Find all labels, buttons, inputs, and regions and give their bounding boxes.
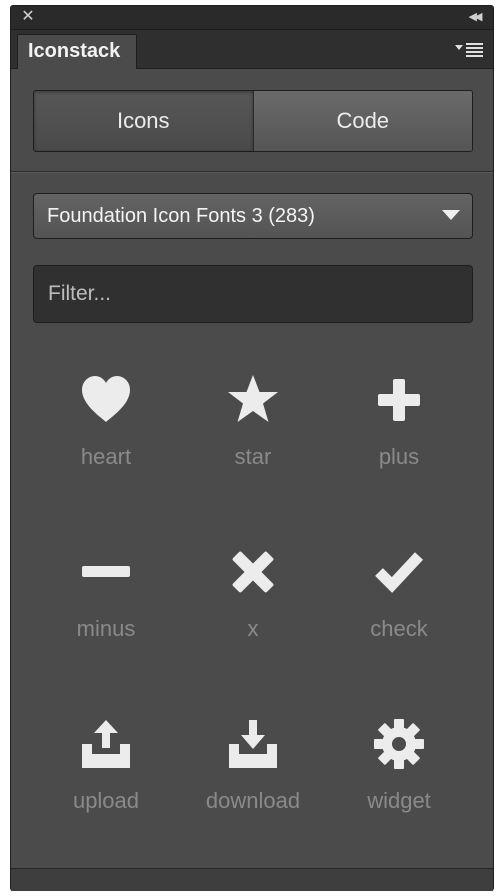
- divider: [11, 171, 493, 172]
- star-icon: [228, 375, 278, 422]
- check-icon: [375, 552, 424, 593]
- panel-titlebar: ✕ ◀◀: [11, 6, 493, 30]
- icon-label: download: [205, 788, 301, 813]
- icon-label: star: [234, 444, 272, 469]
- view-toggle: Icons Code: [33, 90, 473, 152]
- icon-item-minus[interactable]: minus: [33, 534, 179, 674]
- icon-item-x[interactable]: x: [180, 534, 326, 674]
- icon-item-check[interactable]: check: [326, 534, 472, 674]
- panel-menu-icon[interactable]: [455, 42, 485, 58]
- icon-font-select-value: Foundation Icon Fonts 3 (283): [47, 205, 315, 227]
- tab-iconstack[interactable]: Iconstack: [17, 34, 137, 69]
- icon-font-select[interactable]: Foundation Icon Fonts 3 (283): [33, 193, 473, 239]
- minus-icon: [82, 566, 130, 577]
- icon-label: check: [370, 616, 428, 641]
- upload-icon: [82, 720, 130, 768]
- close-icon[interactable]: ✕: [19, 8, 37, 26]
- icon-label: minus: [76, 616, 136, 641]
- panel-tabbar: Iconstack: [11, 30, 493, 69]
- panel-content: Icons Code Foundation Icon Fonts 3 (283)…: [11, 69, 493, 869]
- icon-label: x: [247, 616, 259, 641]
- iconstack-panel: ✕ ◀◀ Iconstack Icons Code Foundation Ico…: [10, 5, 494, 891]
- x-icon: [232, 551, 274, 593]
- icon-item-upload[interactable]: upload: [33, 706, 179, 846]
- widget-icon: [374, 719, 424, 769]
- filter-input[interactable]: [33, 265, 473, 323]
- icon-label: widget: [367, 788, 431, 813]
- plus-icon: [378, 379, 420, 421]
- icon-label: heart: [80, 444, 132, 469]
- icon-label: plus: [378, 444, 420, 469]
- icon-item-download[interactable]: download: [180, 706, 326, 846]
- icons-tab-button[interactable]: Icons: [34, 91, 253, 151]
- icon-item-star[interactable]: star: [180, 362, 326, 502]
- icon-item-widget[interactable]: widget: [326, 706, 472, 846]
- code-tab-button[interactable]: Code: [252, 91, 472, 151]
- icon-item-plus[interactable]: plus: [326, 362, 472, 502]
- heart-icon: [82, 376, 130, 422]
- dropdown-arrow-icon: [442, 210, 460, 220]
- panel-bottom-bar: [11, 868, 493, 891]
- icon-item-heart[interactable]: heart: [33, 362, 179, 502]
- icon-label: upload: [72, 788, 140, 813]
- download-icon: [229, 720, 277, 768]
- double-chevron-left-icon[interactable]: ◀◀: [463, 8, 485, 26]
